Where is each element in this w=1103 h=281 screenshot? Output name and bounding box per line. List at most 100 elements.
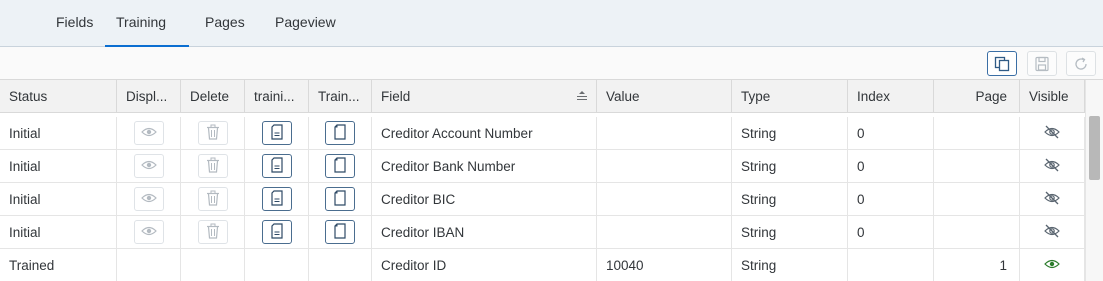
table-row[interactable]: Initial Creditor IBAN String 0 xyxy=(0,216,1085,249)
document-icon xyxy=(333,189,347,209)
train-button[interactable] xyxy=(325,154,355,178)
column-header-index[interactable]: Index xyxy=(848,80,934,112)
hidden-eye-icon[interactable] xyxy=(1043,158,1061,175)
training-document-button[interactable] xyxy=(261,187,292,211)
status-text: Initial xyxy=(9,191,41,207)
display-button[interactable] xyxy=(133,154,164,178)
tab-pages[interactable]: Pages xyxy=(205,0,245,47)
field-index: 0 xyxy=(857,224,865,240)
cell-page xyxy=(934,183,1020,215)
tab-bar: Fields Training Pages Pageview xyxy=(0,0,1103,47)
document-lines-icon xyxy=(270,189,284,209)
tab-pageview[interactable]: Pageview xyxy=(275,0,336,47)
training-document-button[interactable] xyxy=(261,121,292,145)
table-row[interactable]: Initial Creditor Account Number String 0 xyxy=(0,117,1085,150)
scrollbar-thumb[interactable] xyxy=(1089,116,1100,180)
cell-status: Initial xyxy=(0,117,117,149)
cell-status: Initial xyxy=(0,183,117,215)
document-lines-icon xyxy=(270,156,284,176)
train-button[interactable] xyxy=(325,121,355,145)
delete-button[interactable] xyxy=(197,187,228,211)
eye-icon xyxy=(140,225,157,240)
document-lines-icon xyxy=(270,222,284,242)
cell-delete xyxy=(181,249,245,281)
column-header-visible[interactable]: Visible xyxy=(1020,80,1085,112)
delete-button[interactable] xyxy=(197,154,228,178)
cell-display xyxy=(117,117,181,149)
cell-delete xyxy=(181,183,245,215)
copy-button[interactable] xyxy=(987,51,1017,76)
eye-icon xyxy=(140,192,157,207)
column-header-type[interactable]: Type xyxy=(732,80,848,112)
column-header-train[interactable]: Train... xyxy=(309,80,372,112)
document-icon xyxy=(333,123,347,143)
table-header: Status Displ... Delete traini... Train..… xyxy=(0,80,1085,113)
field-page: 1 xyxy=(999,257,1007,273)
tab-training-label: Training xyxy=(116,14,167,30)
training-table: Status Displ... Delete traini... Train..… xyxy=(0,80,1085,281)
save-button[interactable] xyxy=(1027,51,1057,76)
display-button[interactable] xyxy=(133,220,164,244)
table-row[interactable]: Trained Creditor ID 10040 String 1 xyxy=(0,249,1085,281)
cell-train xyxy=(309,216,372,248)
trash-icon xyxy=(206,124,220,143)
visible-eye-icon[interactable] xyxy=(1044,258,1060,273)
display-button[interactable] xyxy=(133,121,164,145)
delete-button[interactable] xyxy=(197,220,228,244)
cell-delete xyxy=(181,117,245,149)
cell-type: String xyxy=(732,216,848,248)
cell-train xyxy=(309,249,372,281)
field-value: 10040 xyxy=(606,257,644,273)
training-document-button[interactable] xyxy=(261,154,292,178)
column-header-training[interactable]: traini... xyxy=(245,80,309,112)
cell-visible xyxy=(1020,249,1085,281)
cell-display xyxy=(117,249,181,281)
cell-training xyxy=(245,150,309,182)
cell-training xyxy=(245,216,309,248)
column-header-label: Page xyxy=(975,88,1007,104)
column-header-page[interactable]: Page xyxy=(934,80,1020,112)
cell-value xyxy=(597,150,732,182)
table-row[interactable]: Initial Creditor Bank Number String 0 xyxy=(0,150,1085,183)
sort-ascending-icon xyxy=(577,91,587,100)
cell-type: String xyxy=(732,117,848,149)
field-type: String xyxy=(741,158,777,174)
delete-button[interactable] xyxy=(197,121,228,145)
cell-field: Creditor BIC xyxy=(372,183,597,215)
tab-training[interactable]: Training xyxy=(105,0,189,47)
cell-train xyxy=(309,117,372,149)
table-row[interactable]: Initial Creditor BIC String 0 xyxy=(0,183,1085,216)
column-header-label: traini... xyxy=(254,88,295,104)
trash-icon xyxy=(206,223,220,242)
cell-visible xyxy=(1020,117,1085,149)
column-header-value[interactable]: Value xyxy=(597,80,732,112)
column-header-status[interactable]: Status xyxy=(0,80,117,112)
tab-fields-label: Fields xyxy=(56,14,94,30)
field-name: Creditor ID xyxy=(381,257,447,273)
refresh-button[interactable] xyxy=(1066,51,1096,76)
hidden-eye-icon[interactable] xyxy=(1043,125,1061,142)
hidden-eye-icon[interactable] xyxy=(1043,224,1061,241)
vertical-scrollbar[interactable] xyxy=(1085,80,1103,281)
training-document-button[interactable] xyxy=(261,220,292,244)
column-header-display[interactable]: Displ... xyxy=(117,80,181,112)
display-button[interactable] xyxy=(133,187,164,211)
train-button[interactable] xyxy=(325,220,355,244)
cell-field: Creditor Account Number xyxy=(372,117,597,149)
cell-visible xyxy=(1020,150,1085,182)
hidden-eye-icon[interactable] xyxy=(1043,191,1061,208)
field-type: String xyxy=(741,125,777,141)
column-header-delete[interactable]: Delete xyxy=(181,80,245,112)
column-header-label: Visible xyxy=(1029,88,1069,104)
cell-visible xyxy=(1020,216,1085,248)
column-header-field[interactable]: Field xyxy=(372,80,597,112)
train-button[interactable] xyxy=(325,187,355,211)
field-index: 0 xyxy=(857,158,865,174)
eye-icon xyxy=(140,126,157,141)
cell-display xyxy=(117,183,181,215)
refresh-icon xyxy=(1075,56,1087,70)
cell-value: 10040 xyxy=(597,249,732,281)
field-name: Creditor IBAN xyxy=(381,224,465,240)
tab-fields[interactable]: Fields xyxy=(56,0,93,47)
trash-icon xyxy=(206,190,220,209)
